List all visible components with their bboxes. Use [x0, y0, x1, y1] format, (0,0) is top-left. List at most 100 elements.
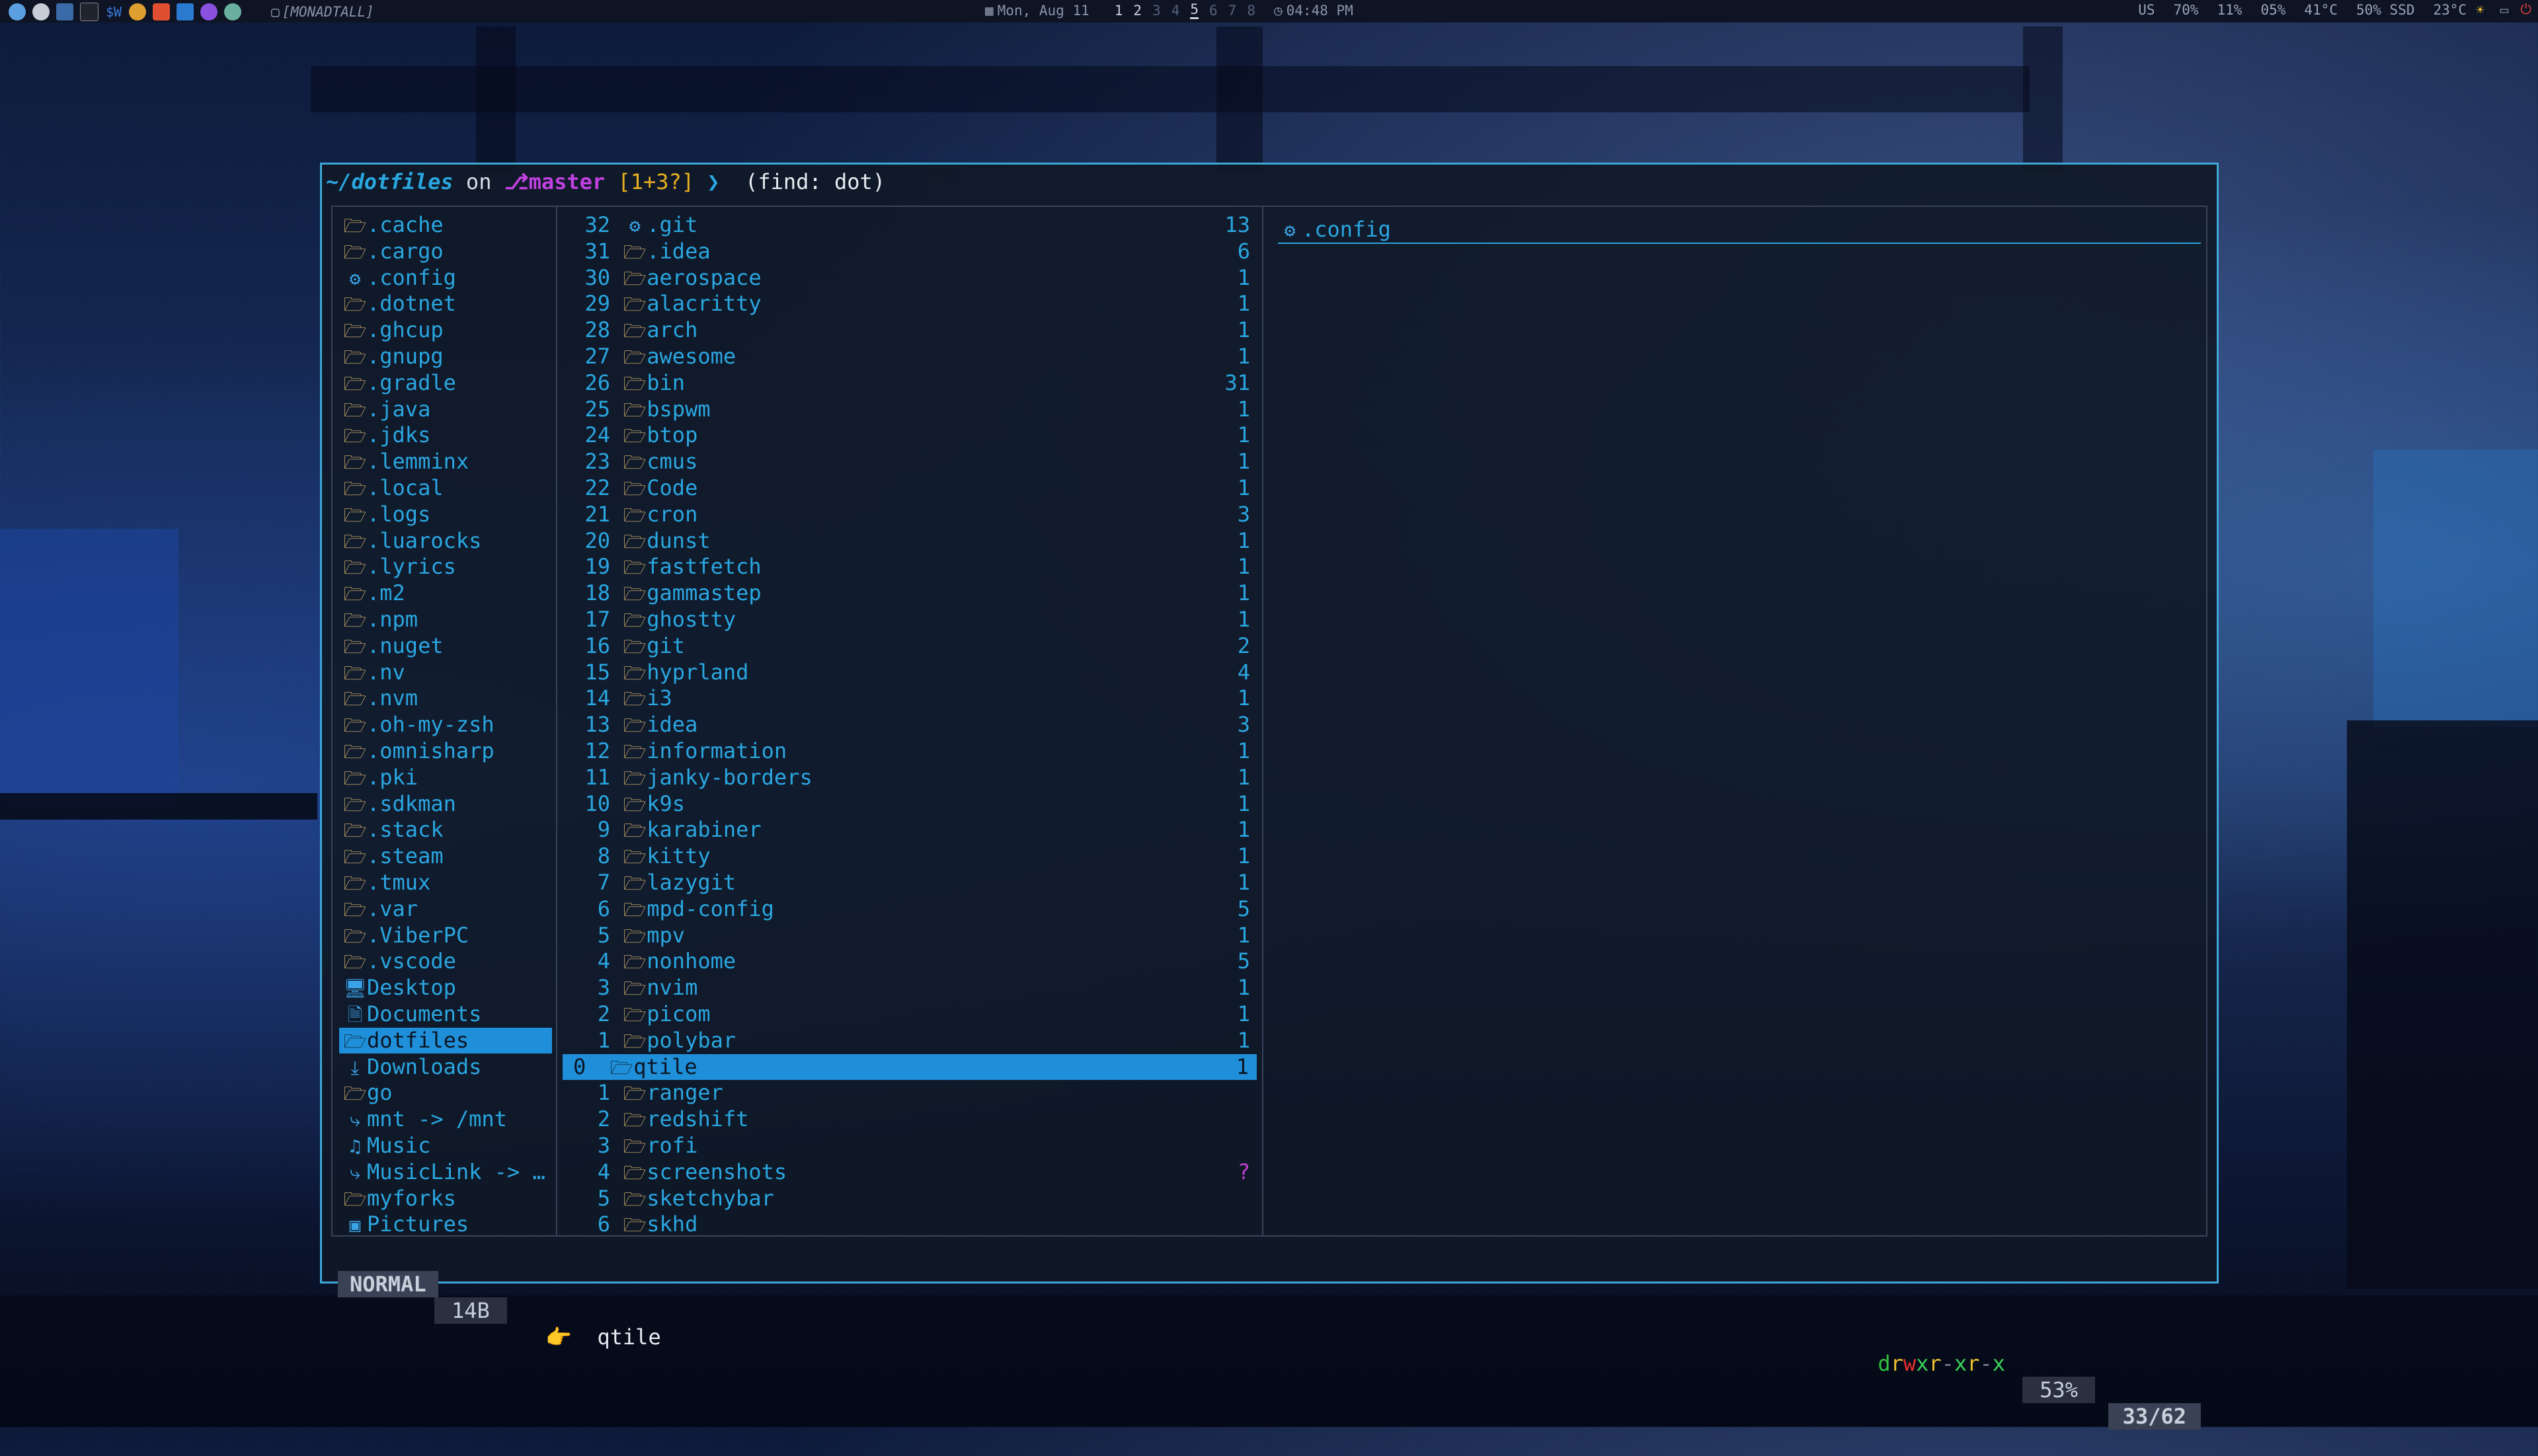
- file-list-item[interactable]: 29 🗁alacritty 1: [557, 291, 1262, 317]
- file-list-item[interactable]: 18 🗁gammastep 1: [557, 580, 1262, 606]
- parent-list-item[interactable]: 🗁.local: [333, 475, 556, 501]
- parent-list-item[interactable]: ⤷ MusicLink -> …: [333, 1159, 556, 1185]
- parent-list-item[interactable]: ⚙ .config: [333, 265, 556, 291]
- parent-list-item[interactable]: 🗁.jdks: [333, 422, 556, 448]
- parent-list-item[interactable]: 🗁.pki: [333, 765, 556, 790]
- parent-list-item[interactable]: 🗁.nv: [333, 660, 556, 685]
- parent-list-item[interactable]: 🗁.nvm: [333, 685, 556, 711]
- workspace-1[interactable]: 1: [1115, 3, 1123, 19]
- brave-icon[interactable]: [153, 3, 171, 20]
- file-list-item[interactable]: 23 🗁cmus 1: [557, 449, 1262, 475]
- file-list-item[interactable]: 30 🗁aerospace 1: [557, 265, 1262, 291]
- parent-list-item[interactable]: 🗁.gradle: [333, 370, 556, 396]
- workspace-6[interactable]: 6: [1209, 3, 1218, 19]
- parent-list-item[interactable]: 🗁.oh-my-zsh: [333, 712, 556, 738]
- workspace-7[interactable]: 7: [1228, 3, 1237, 19]
- file-list-item[interactable]: 8 🗁kitty 1: [557, 843, 1262, 869]
- file-list-item[interactable]: 28 🗁arch 1: [557, 317, 1262, 343]
- file-list-item[interactable]: 21 🗁cron 3: [557, 502, 1262, 527]
- parent-list-item[interactable]: 🗁.m2: [333, 580, 556, 606]
- parent-list-item[interactable]: 🗁go: [333, 1080, 556, 1106]
- parent-list-item[interactable]: 🗁.omnisharp: [333, 738, 556, 764]
- file-list-item[interactable]: 22 🗁Code 1: [557, 475, 1262, 501]
- parent-list-item[interactable]: 🗁.nuget: [333, 633, 556, 659]
- window-icon[interactable]: [56, 3, 73, 20]
- parent-list-item[interactable]: 🖥Desktop: [333, 975, 556, 1001]
- file-list-item[interactable]: 25 🗁bspwm 1: [557, 397, 1262, 422]
- file-list-item[interactable]: 17 🗁ghostty 1: [557, 607, 1262, 632]
- file-list-item[interactable]: 15 🗁hyprland 4: [557, 660, 1262, 685]
- pen-icon[interactable]: [129, 3, 147, 20]
- workspace-3[interactable]: 3: [1152, 3, 1161, 19]
- parent-list-item[interactable]: 🗁.ghcup: [333, 317, 556, 343]
- notification-icon[interactable]: ▭: [2500, 2, 2509, 18]
- power-icon[interactable]: ⏻: [2520, 1, 2531, 18]
- layout-label[interactable]: [MONADTALL]: [282, 4, 374, 20]
- parent-list-item[interactable]: 🗁.cache: [333, 212, 556, 238]
- parent-list-item[interactable]: 🗁.dotnet: [333, 291, 556, 317]
- parent-list-item[interactable]: 🗁.ViberPC: [333, 923, 556, 948]
- workspace-4[interactable]: 4: [1171, 3, 1180, 19]
- file-list-item[interactable]: 13 🗁idea 3: [557, 712, 1262, 738]
- parent-list-item[interactable]: 🗁.stack: [333, 817, 556, 843]
- file-list-item[interactable]: 11 🗁janky-borders 1: [557, 765, 1262, 790]
- workspace-2[interactable]: 2: [1133, 3, 1142, 19]
- file-list-item[interactable]: 5 🗁mpv 1: [557, 923, 1262, 948]
- parent-list-item[interactable]: 🗁.logs: [333, 502, 556, 527]
- parent-list-item[interactable]: 🗁.steam: [333, 843, 556, 869]
- vscode-icon[interactable]: [177, 3, 194, 20]
- file-list-item[interactable]: 2 🗁picom 1: [557, 1001, 1262, 1027]
- current-directory-pane[interactable]: 32 ⚙ .git 13 31 🗁.idea 6 30 🗁aerospace 1 29 🗁al…: [557, 207, 1263, 1237]
- file-list-item[interactable]: 31 🗁.idea 6: [557, 239, 1262, 264]
- file-list-item[interactable]: 4 🗁screenshots?: [557, 1159, 1262, 1185]
- file-list-item[interactable]: 24 🗁btop 1: [557, 422, 1262, 448]
- file-list-item[interactable]: 12 🗁information 1: [557, 738, 1262, 764]
- parent-list-item[interactable]: 🗁.lyrics: [333, 554, 556, 580]
- file-list-item[interactable]: 7 🗁lazygit 1: [557, 870, 1262, 896]
- volume-status[interactable]: 70%: [2174, 2, 2199, 18]
- file-list-item[interactable]: 3 🗁nvim 1: [557, 975, 1262, 1001]
- parent-list-item[interactable]: 🗁.vscode: [333, 948, 556, 974]
- terminal-icon[interactable]: [80, 3, 99, 21]
- preview-entry[interactable]: ⚙ .config: [1278, 216, 2201, 244]
- file-list-item[interactable]: 5 🗁sketchybar: [557, 1186, 1262, 1211]
- workspace-8[interactable]: 8: [1247, 3, 1255, 19]
- parent-list-item[interactable]: 🗁.npm: [333, 607, 556, 632]
- file-list-item[interactable]: 26 🗁bin 31: [557, 370, 1262, 396]
- file-list-item[interactable]: 3 🗁rofi: [557, 1133, 1262, 1159]
- parent-list-item[interactable]: 🗁myforks: [333, 1186, 556, 1211]
- file-list-item[interactable]: 6 🗁mpd-config 5: [557, 896, 1262, 922]
- parent-list-item[interactable]: ⤓ Downloads: [333, 1054, 556, 1080]
- parent-list-item[interactable]: 🗁.gnupg: [333, 344, 556, 369]
- parent-list-item[interactable]: ▣ Pictures: [333, 1211, 556, 1237]
- file-list-item[interactable]: 32 ⚙ .git 13: [557, 212, 1262, 238]
- parent-list-item[interactable]: 🗁.java: [333, 397, 556, 422]
- file-list-item[interactable]: 27 🗁awesome 1: [557, 344, 1262, 369]
- file-list-item[interactable]: 10 🗁k9s 1: [557, 791, 1262, 817]
- sw-label[interactable]: $W: [106, 4, 122, 20]
- file-list-item[interactable]: 19 🗁fastfetch 1: [557, 554, 1262, 580]
- file-list-item[interactable]: 6 🗁skhd: [557, 1211, 1262, 1237]
- browser-icon[interactable]: [200, 3, 218, 20]
- parent-list-item[interactable]: 🗁.var: [333, 896, 556, 922]
- parent-list-item[interactable]: 🗁dotfiles: [339, 1027, 552, 1054]
- parent-list-item[interactable]: 🗁.cargo: [333, 239, 556, 264]
- workspace-5[interactable]: 5: [1190, 1, 1199, 19]
- parent-list-item[interactable]: ♫ Music: [333, 1133, 556, 1159]
- whatsapp-icon[interactable]: [224, 3, 242, 20]
- file-list-item[interactable]: 16 🗁git 2: [557, 633, 1262, 659]
- keyboard-layout[interactable]: US: [2138, 2, 2155, 18]
- file-list-item[interactable]: 14 🗁i3 1: [557, 685, 1262, 711]
- parent-list-item[interactable]: 🗁.lemminx: [333, 449, 556, 475]
- parent-list-item[interactable]: 🗁.tmux: [333, 870, 556, 896]
- file-list-item[interactable]: 0 🗁qtile 1: [563, 1054, 1257, 1080]
- qtile-icon[interactable]: [9, 3, 26, 20]
- file-list-item[interactable]: 2 🗁redshift: [557, 1106, 1262, 1132]
- file-list-item[interactable]: 20 🗁dunst 1: [557, 528, 1262, 554]
- file-list-item[interactable]: 4 🗁nonhome 5: [557, 948, 1262, 974]
- parent-directory-pane[interactable]: 🗁.cache 🗁.cargo ⚙ .config 🗁.dotnet 🗁.ghcup 🗁.g…: [333, 207, 557, 1237]
- parent-list-item[interactable]: ⤷ mnt -> /mnt: [333, 1106, 556, 1132]
- terminal-window[interactable]: ~/dotfiles on ⎇master [1+3?] ❯ (find: do…: [320, 163, 2219, 1430]
- file-list-item[interactable]: 1 🗁polybar 1: [557, 1028, 1262, 1054]
- gear-icon[interactable]: [32, 3, 50, 20]
